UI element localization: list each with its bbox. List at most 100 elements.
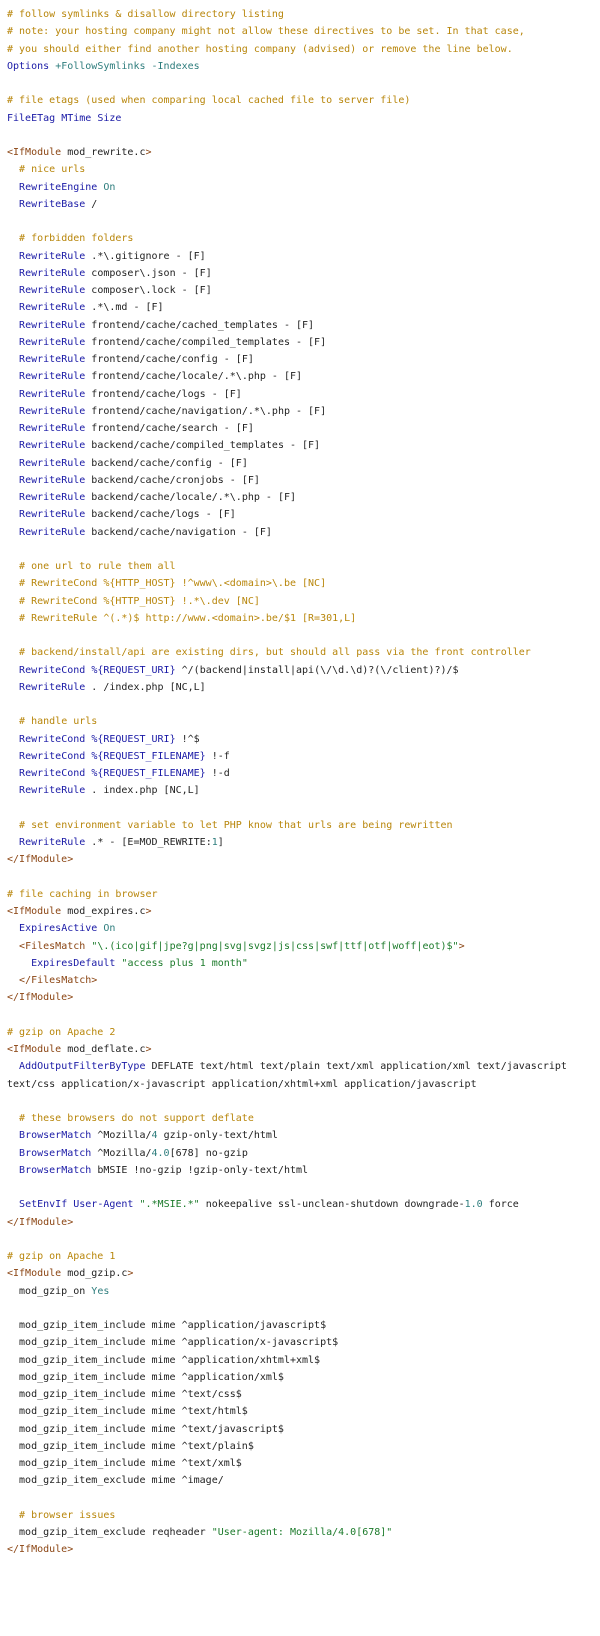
code-line: RewriteRule frontend/cache/navigation/.*… xyxy=(7,403,592,420)
code-token: # browser issues xyxy=(19,1509,116,1521)
code-token: DEFLATE text/html text/plain text/xml ap… xyxy=(145,1061,567,1073)
code-token: > xyxy=(145,147,152,158)
code-line: # RewriteCond %{HTTP_HOST} !.*\.dev [NC] xyxy=(7,593,592,610)
code-token: frontend/cache/logs - [F] xyxy=(85,388,242,400)
code-line: RewriteRule frontend/cache/search - [F] xyxy=(7,420,592,437)
code-token: > xyxy=(145,906,152,917)
code-line: </IfModule> xyxy=(7,1541,592,1558)
code-token: # file caching in browser xyxy=(7,888,158,900)
code-token: RewriteRule xyxy=(19,509,86,521)
code-line: RewriteRule backend/cache/navigation - [… xyxy=(7,524,592,541)
code-token: composer\.json - [F] xyxy=(85,267,212,279)
code-line: ​ xyxy=(7,869,592,886)
code-token: mod_gzip_item_include mime ^text/plain$ xyxy=(7,1440,254,1452)
code-token: BrowserMatch xyxy=(19,1147,92,1159)
code-token: mod_expires.c xyxy=(61,906,146,917)
code-line: RewriteRule backend/cache/logs - [F] xyxy=(7,506,592,523)
code-token: # one url to rule them all xyxy=(19,561,176,572)
code-token: # gzip on Apache 2 xyxy=(7,1026,116,1038)
code-token: > xyxy=(127,1268,134,1280)
code-token: !-f xyxy=(205,750,230,762)
code-line: ​ xyxy=(7,1179,592,1196)
code-line: # file etags (used when comparing local … xyxy=(7,92,592,109)
code-token: RewriteCond xyxy=(19,768,86,779)
code-token: mod_gzip.c xyxy=(61,1268,128,1280)
code-token: RewriteRule xyxy=(19,837,86,848)
code-token: SetEnvIf xyxy=(19,1199,68,1211)
code-token: # file etags (used when comparing local … xyxy=(7,95,411,107)
code-token: ^Mozilla/ xyxy=(91,1130,152,1142)
code-token: RewriteCond xyxy=(19,664,86,676)
code-token: frontend/cache/cached_templates - [F] xyxy=(85,319,315,331)
htaccess-code-listing: # follow symlinks & disallow directory l… xyxy=(0,0,600,1559)
code-line: mod_gzip_item_include mime ^text/javascr… xyxy=(7,1421,592,1438)
code-token: mod_gzip_item_include mime ^application/… xyxy=(7,1371,284,1383)
code-token: force xyxy=(482,1199,519,1211)
code-token: RewriteBase xyxy=(19,198,86,210)
code-token: !^$ xyxy=(175,733,200,745)
code-line: RewriteRule frontend/cache/compiled_temp… xyxy=(7,334,592,351)
code-line: RewriteRule backend/cache/cronjobs - [F] xyxy=(7,472,592,489)
code-line: ​ xyxy=(7,213,592,230)
code-token: backend/cache/compiled_templates - [F] xyxy=(85,440,321,452)
code-token: # follow symlinks & disallow directory l… xyxy=(7,9,284,20)
code-token: </IfModule> xyxy=(7,1544,74,1556)
code-token: gzip-only-text/html xyxy=(157,1130,278,1142)
code-line: ​ xyxy=(7,75,592,92)
code-token: %{REQUEST_URI} xyxy=(91,733,176,745)
code-token: "access plus 1 month" xyxy=(121,957,248,969)
code-line: # gzip on Apache 2 xyxy=(7,1024,592,1041)
code-token: <IfModule xyxy=(7,1044,62,1055)
code-line: mod_gzip_item_include mime ^application/… xyxy=(7,1352,592,1369)
code-token: # backend/install/api are existing dirs,… xyxy=(19,647,531,659)
code-line: AddOutputFilterByType DEFLATE text/html … xyxy=(7,1058,592,1075)
code-line: <FilesMatch "\.(ico|gif|jpe?g|png|svg|sv… xyxy=(7,938,592,955)
code-token: # set environment variable to let PHP kn… xyxy=(19,819,453,831)
code-token: MTime Size xyxy=(61,112,122,124)
code-token: RewriteRule xyxy=(19,474,86,486)
code-line: RewriteRule frontend/cache/logs - [F] xyxy=(7,386,592,403)
code-line: mod_gzip_item_include mime ^application/… xyxy=(7,1369,592,1386)
code-token: RewriteEngine xyxy=(19,181,98,193)
code-token: frontend/cache/locale/.*\.php - [F] xyxy=(85,371,303,383)
code-line: ExpiresDefault "access plus 1 month" xyxy=(7,955,592,972)
code-line: RewriteEngine On xyxy=(7,179,592,196)
code-token: RewriteRule xyxy=(19,371,86,383)
code-line: # forbidden folders xyxy=(7,230,592,247)
code-line: RewriteRule backend/cache/compiled_templ… xyxy=(7,437,592,454)
code-token: RewriteCond xyxy=(19,733,86,745)
code-token: "\.(ico|gif|jpe?g|png|svg|svgz|js|css|sw… xyxy=(91,940,459,952)
code-token: frontend/cache/search - [F] xyxy=(85,423,254,434)
code-line: # you should either find another hosting… xyxy=(7,41,592,58)
code-token: !-d xyxy=(205,768,230,779)
code-line: RewriteCond %{REQUEST_URI} ^/(backend|in… xyxy=(7,662,592,679)
code-token: 1.0 xyxy=(464,1199,483,1211)
code-token: </IfModule> xyxy=(7,854,74,866)
code-token: RewriteRule xyxy=(19,250,86,262)
code-token: %{REQUEST_FILENAME} xyxy=(91,750,206,762)
code-line: ​ xyxy=(7,1300,592,1317)
code-token: RewriteRule xyxy=(19,354,86,365)
code-line: ​ xyxy=(7,627,592,644)
code-token: > xyxy=(145,1044,152,1055)
code-token: <IfModule xyxy=(7,906,62,917)
code-line: # browser issues xyxy=(7,1507,592,1524)
code-token: mod_gzip_item_include mime ^application/… xyxy=(7,1354,321,1366)
